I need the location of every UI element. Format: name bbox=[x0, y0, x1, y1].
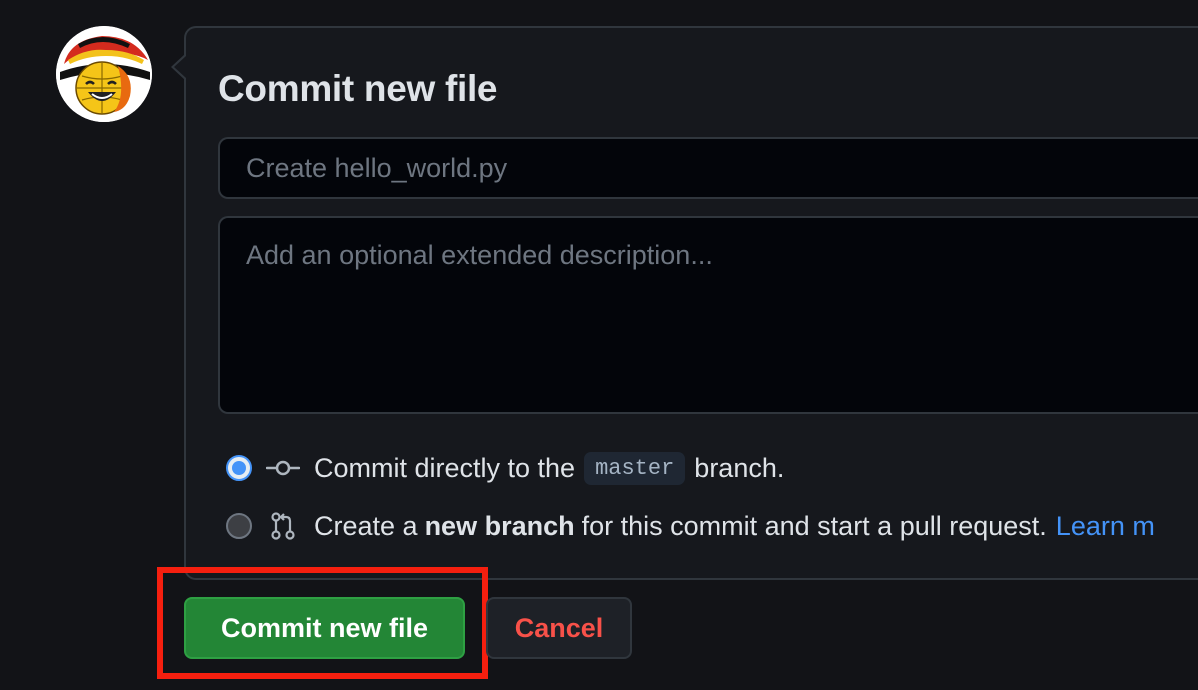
branch-name: master bbox=[584, 451, 686, 485]
git-commit-icon bbox=[266, 453, 300, 483]
globe-smiley-avatar-icon bbox=[56, 26, 152, 122]
new-branch-text-suffix: for this commit and start a pull request… bbox=[581, 510, 1047, 541]
commit-direct-text: Commit directly to the bbox=[314, 452, 576, 483]
avatar[interactable] bbox=[56, 26, 152, 122]
learn-more-link[interactable]: Learn m bbox=[1056, 511, 1155, 542]
new-branch-radio[interactable] bbox=[226, 513, 252, 539]
commit-title: Commit new file bbox=[218, 68, 498, 109]
new-branch-option[interactable]: Create a new branch for this commit and … bbox=[226, 506, 1155, 546]
commit-direct-suffix: branch. bbox=[694, 452, 785, 483]
commit-direct-radio[interactable] bbox=[226, 455, 252, 481]
commit-description-input[interactable] bbox=[218, 216, 1198, 414]
commit-direct-option[interactable]: Commit directly to the master branch. bbox=[226, 448, 784, 488]
new-branch-bold-text: new branch bbox=[424, 510, 575, 541]
commit-new-file-button[interactable]: Commit new file bbox=[184, 597, 465, 659]
new-branch-text-prefix: Create a bbox=[314, 510, 418, 541]
panel-pointer-fill bbox=[174, 56, 186, 78]
git-pull-request-icon bbox=[266, 511, 300, 541]
cancel-button[interactable]: Cancel bbox=[486, 597, 632, 659]
commit-summary-input[interactable] bbox=[218, 137, 1198, 199]
